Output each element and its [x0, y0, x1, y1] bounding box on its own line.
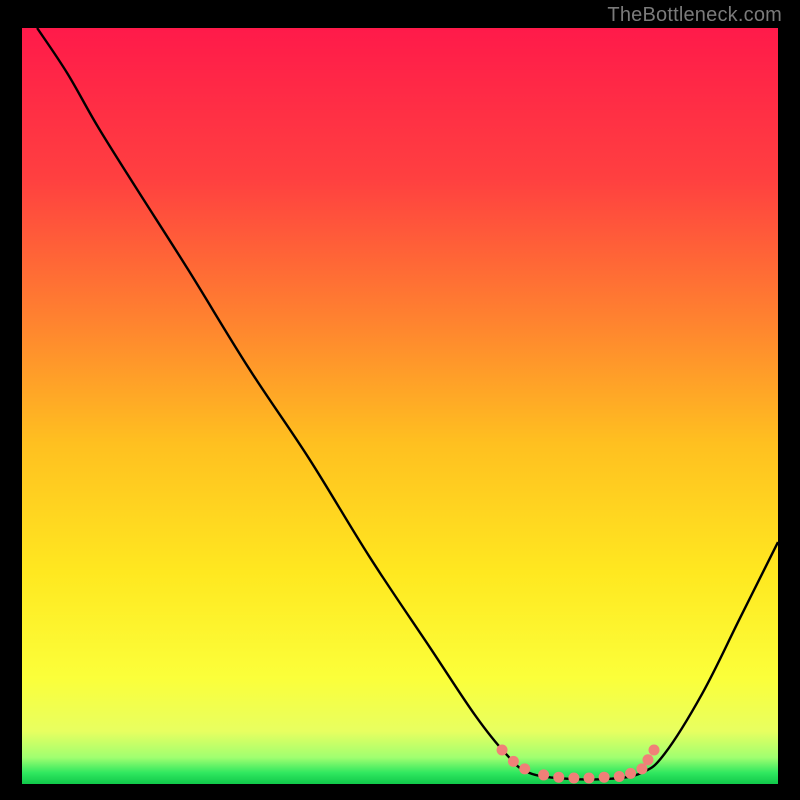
- chart-container: [22, 28, 778, 784]
- marker-dot: [497, 744, 508, 755]
- marker-dot: [625, 768, 636, 779]
- marker-dot: [636, 763, 647, 774]
- marker-dot: [649, 744, 660, 755]
- marker-dot: [614, 771, 625, 782]
- marker-dot: [584, 772, 595, 783]
- attribution-text: TheBottleneck.com: [607, 4, 782, 27]
- marker-dot: [553, 772, 564, 783]
- marker-dot: [599, 772, 610, 783]
- marker-dot: [642, 754, 653, 765]
- gradient-background: [22, 28, 778, 784]
- marker-dot: [519, 763, 530, 774]
- marker-dot: [568, 772, 579, 783]
- marker-dot: [508, 756, 519, 767]
- marker-dot: [538, 769, 549, 780]
- bottleneck-chart: [22, 28, 778, 784]
